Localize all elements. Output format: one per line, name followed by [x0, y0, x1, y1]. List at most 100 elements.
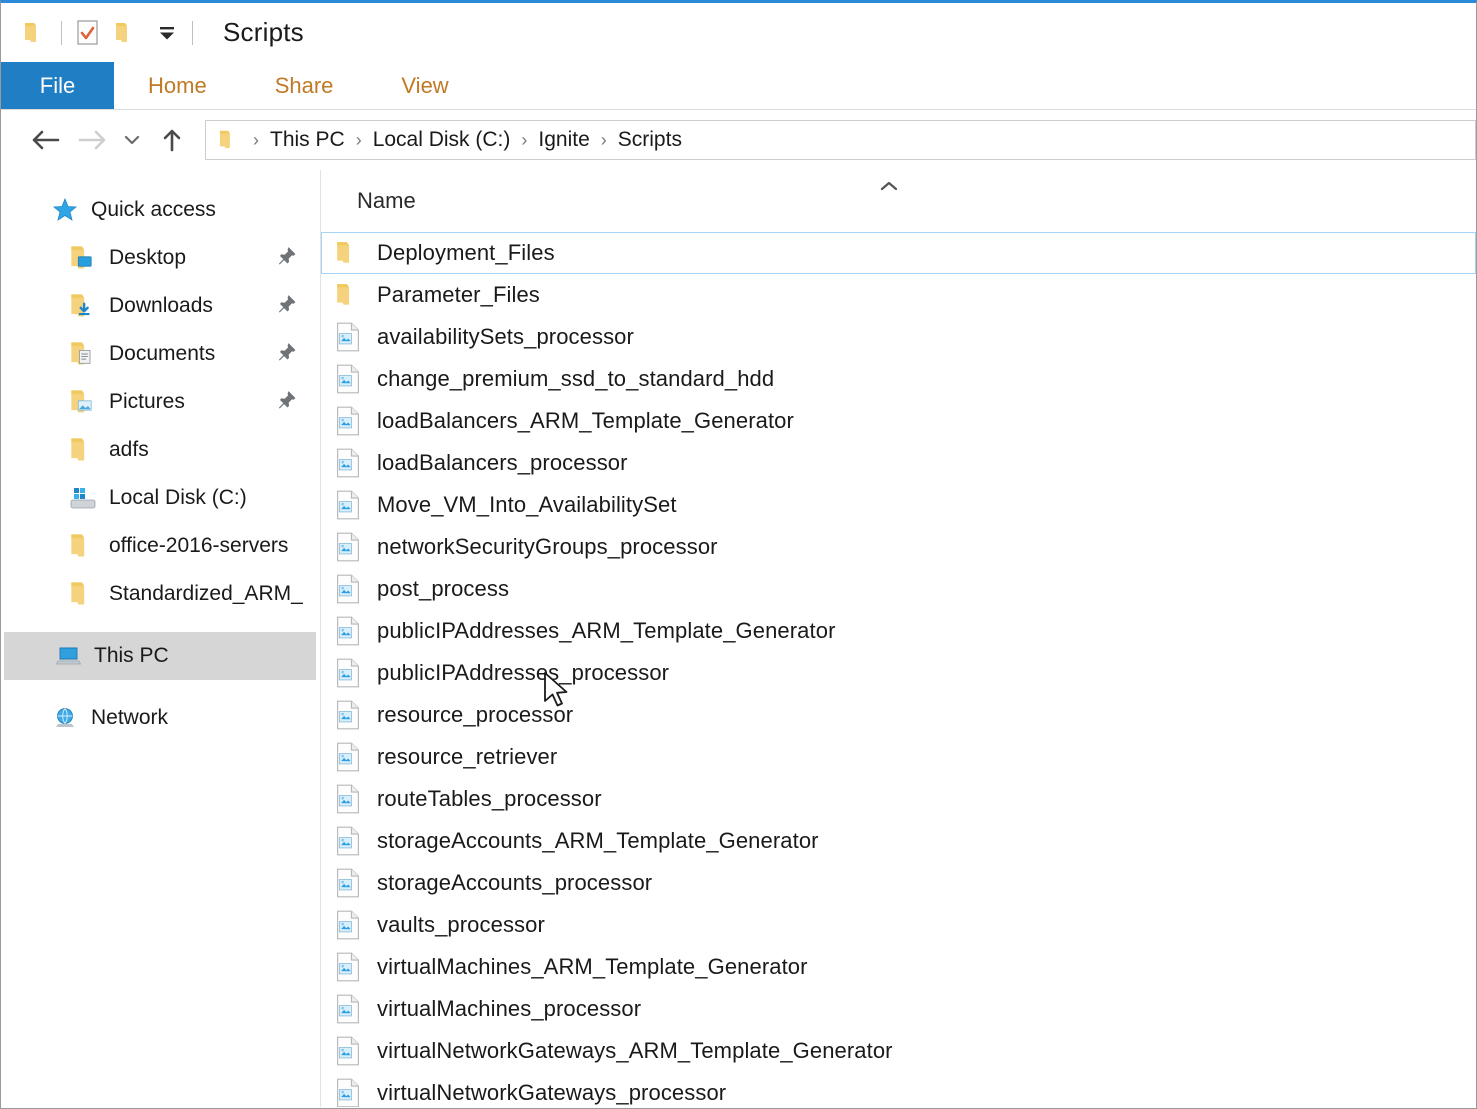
folder-icon	[335, 238, 361, 268]
file-list-item[interactable]: loadBalancers_processor	[321, 442, 1476, 484]
sidebar-item-label: Documents	[109, 342, 215, 366]
folder-icon[interactable]	[23, 22, 47, 44]
file-list-item[interactable]: virtualNetworkGateways_ARM_Template_Gene…	[321, 1030, 1476, 1072]
sidebar-item-office-2016-servers[interactable]: office-2016-servers	[1, 522, 320, 570]
file-name: vaults_processor	[377, 912, 545, 938]
file-list-item[interactable]: Parameter_Files	[321, 274, 1476, 316]
breadcrumb-item-this-pc[interactable]: This PC	[270, 128, 345, 152]
script-file-icon	[335, 826, 361, 856]
tab-file[interactable]: File	[1, 62, 114, 109]
tab-view[interactable]: View	[367, 62, 482, 109]
sidebar-item-label: Local Disk (C:)	[109, 486, 247, 510]
file-name: virtualMachines_ARM_Template_Generator	[377, 954, 808, 980]
sidebar-item-label: Desktop	[109, 246, 186, 270]
documents-folder-icon	[69, 341, 97, 367]
file-name: storageAccounts_ARM_Template_Generator	[377, 828, 819, 854]
column-header-row: Name	[321, 170, 1476, 232]
customize-dropdown-icon[interactable]	[156, 23, 178, 43]
qat-separator-1	[61, 21, 62, 45]
pin-icon[interactable]	[276, 389, 298, 416]
breadcrumb-folder-icon	[218, 130, 240, 150]
ribbon-tab-bar: File Home Share View	[1, 62, 1476, 110]
new-folder-icon[interactable]	[114, 22, 138, 44]
breadcrumb-item-ignite[interactable]: Ignite	[538, 128, 589, 152]
script-file-icon	[335, 1036, 361, 1066]
file-list-item[interactable]: post_process	[321, 568, 1476, 610]
sidebar-group-gap	[1, 618, 320, 632]
sidebar-group-gap	[1, 680, 320, 694]
script-file-icon	[335, 490, 361, 520]
sidebar-item-local-disk-c[interactable]: Local Disk (C:)	[1, 474, 320, 522]
file-list-item[interactable]: storageAccounts_processor	[321, 862, 1476, 904]
file-name: resource_processor	[377, 702, 573, 728]
file-name: virtualNetworkGateways_ARM_Template_Gene…	[377, 1038, 893, 1064]
pin-icon[interactable]	[276, 341, 298, 368]
file-name: loadBalancers_ARM_Template_Generator	[377, 408, 794, 434]
file-list-item[interactable]: networkSecurityGroups_processor	[321, 526, 1476, 568]
file-list-item[interactable]: Move_VM_Into_AvailabilitySet	[321, 484, 1476, 526]
forward-button[interactable]	[69, 117, 115, 163]
sidebar-item-label: adfs	[109, 438, 149, 462]
file-list-item[interactable]: virtualMachines_ARM_Template_Generator	[321, 946, 1476, 988]
file-name: publicIPAddresses_processor	[377, 660, 669, 686]
breadcrumb-item-local-disk[interactable]: Local Disk (C:)	[373, 128, 511, 152]
file-list-item[interactable]: change_premium_ssd_to_standard_hdd	[321, 358, 1476, 400]
column-header-name[interactable]: Name	[357, 188, 416, 214]
breadcrumb-separator-1: ›	[356, 130, 362, 151]
address-bar: › This PC › Local Disk (C:) › Ignite › S…	[1, 110, 1476, 170]
pin-icon[interactable]	[276, 245, 298, 272]
script-file-icon	[335, 994, 361, 1024]
file-name: publicIPAddresses_ARM_Template_Generator	[377, 618, 836, 644]
sidebar-item-adfs[interactable]: adfs	[1, 426, 320, 474]
sidebar-item-documents[interactable]: Documents	[1, 330, 320, 378]
sidebar-item-standardized-arm[interactable]: Standardized_ARM_	[1, 570, 320, 618]
file-list-item[interactable]: resource_retriever	[321, 736, 1476, 778]
file-list-item[interactable]: vaults_processor	[321, 904, 1476, 946]
file-list-item[interactable]: Deployment_Files	[321, 232, 1476, 274]
breadcrumb-item-scripts[interactable]: Scripts	[618, 128, 682, 152]
file-name: virtualMachines_processor	[377, 996, 641, 1022]
window-title: Scripts	[223, 17, 304, 48]
script-file-icon	[335, 952, 361, 982]
script-file-icon	[335, 616, 361, 646]
sidebar-item-network[interactable]: Network	[1, 694, 320, 742]
folder-icon	[69, 533, 97, 559]
breadcrumb[interactable]: › This PC › Local Disk (C:) › Ignite › S…	[205, 120, 1476, 160]
tab-home[interactable]: Home	[114, 62, 241, 109]
this-pc-icon	[54, 643, 82, 669]
file-list-item[interactable]: loadBalancers_ARM_Template_Generator	[321, 400, 1476, 442]
file-list-item[interactable]: publicIPAddresses_processor	[321, 652, 1476, 694]
file-list-item[interactable]: publicIPAddresses_ARM_Template_Generator	[321, 610, 1476, 652]
file-name: loadBalancers_processor	[377, 450, 628, 476]
pictures-folder-icon	[69, 389, 97, 415]
script-file-icon	[335, 742, 361, 772]
drive-icon	[69, 485, 97, 511]
file-list-item[interactable]: availabilitySets_processor	[321, 316, 1476, 358]
sidebar-item-this-pc[interactable]: This PC	[4, 632, 316, 680]
folder-icon	[69, 437, 97, 463]
script-file-icon	[335, 364, 361, 394]
sidebar-item-downloads[interactable]: Downloads	[1, 282, 320, 330]
back-button[interactable]	[23, 117, 69, 163]
tab-share[interactable]: Share	[241, 62, 368, 109]
file-name: routeTables_processor	[377, 786, 602, 812]
file-list-item[interactable]: virtualMachines_processor	[321, 988, 1476, 1030]
script-file-icon	[335, 406, 361, 436]
file-list-item[interactable]: routeTables_processor	[321, 778, 1476, 820]
pin-icon[interactable]	[276, 293, 298, 320]
network-icon	[51, 705, 79, 731]
file-list-item[interactable]: storageAccounts_ARM_Template_Generator	[321, 820, 1476, 862]
sidebar-item-pictures[interactable]: Pictures	[1, 378, 320, 426]
qat-separator-2	[192, 21, 193, 45]
sidebar-item-desktop[interactable]: Desktop	[1, 234, 320, 282]
recent-locations-chevron-down-icon[interactable]	[115, 117, 149, 163]
script-file-icon	[335, 868, 361, 898]
sidebar-item-label: This PC	[94, 644, 169, 668]
file-list-item[interactable]: virtualNetworkGateways_processor	[321, 1072, 1476, 1107]
sidebar-item-quick-access[interactable]: Quick access	[1, 186, 320, 234]
file-name: resource_retriever	[377, 744, 557, 770]
properties-icon[interactable]	[76, 20, 100, 46]
file-list-item[interactable]: resource_processor	[321, 694, 1476, 736]
file-name: storageAccounts_processor	[377, 870, 652, 896]
up-button[interactable]	[149, 117, 195, 163]
